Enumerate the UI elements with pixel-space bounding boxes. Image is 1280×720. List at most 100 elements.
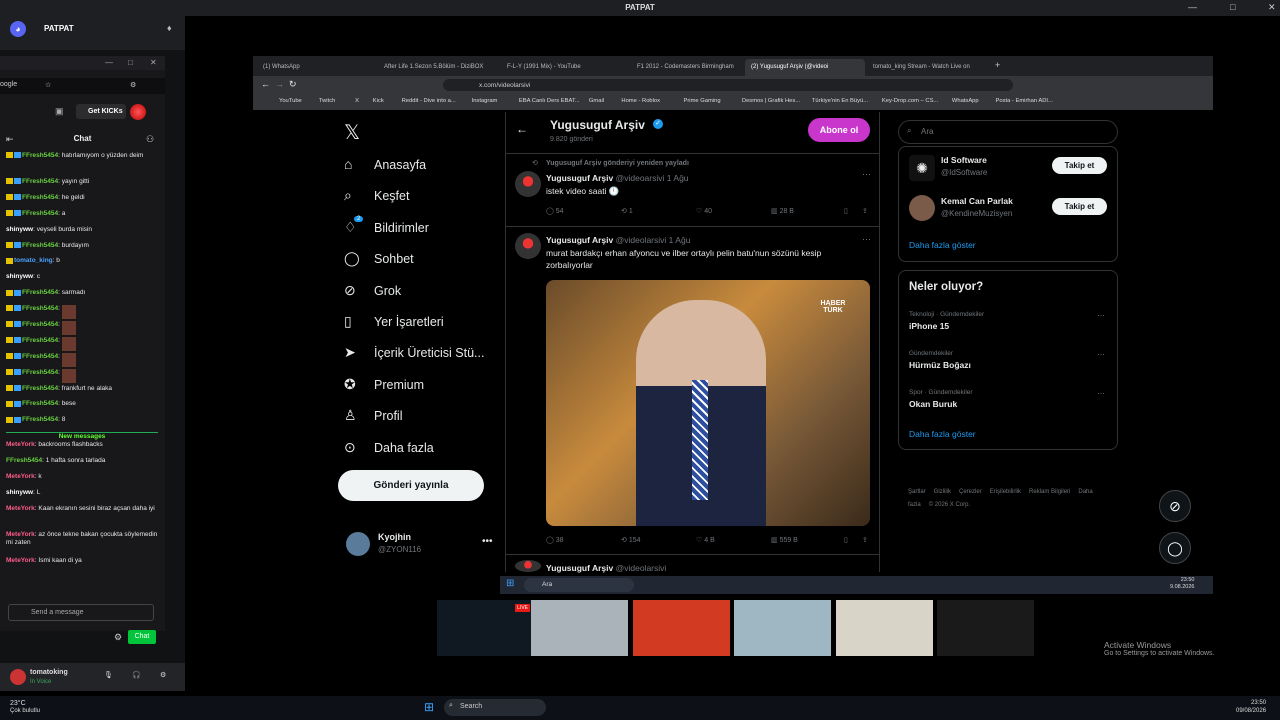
- follow-button[interactable]: Takip et: [1052, 157, 1107, 174]
- nav-item-profile[interactable]: ♙ Profil: [344, 407, 494, 429]
- reply-button[interactable]: ◯ 38: [546, 536, 564, 544]
- x-logo-icon[interactable]: 𝕏: [344, 120, 360, 145]
- repost-button[interactable]: ⟲ 1: [621, 207, 633, 215]
- chat-username[interactable]: MeteYork: [6, 473, 35, 480]
- footer-link[interactable]: Gizlilik: [934, 489, 951, 495]
- nav-item-creator[interactable]: ➤ İçerik Üreticisi Stü...: [344, 344, 494, 366]
- close-icon[interactable]: ✕: [150, 58, 157, 67]
- taskbar-search[interactable]: ⌕ Search: [444, 699, 546, 716]
- bookmark-item[interactable]: Instagram: [472, 98, 498, 104]
- chat-username[interactable]: FFresh5454: [22, 385, 58, 392]
- headphones-icon[interactable]: 🎧: [132, 671, 141, 679]
- bookmark-item[interactable]: Gmail: [589, 98, 604, 104]
- chat-username[interactable]: FFresh5454: [22, 353, 58, 360]
- repost-button[interactable]: ⟲ 154: [621, 536, 641, 544]
- follow-button[interactable]: Takip et: [1052, 198, 1107, 215]
- server-name[interactable]: PATPAT: [44, 24, 74, 33]
- nav-item-more[interactable]: ⊙ Daha fazla: [344, 439, 494, 461]
- settings-icon[interactable]: ⚙: [114, 632, 122, 643]
- chat-username[interactable]: FFresh5454: [22, 305, 58, 312]
- tweet[interactable]: ⟲ Yugusuguf Arşiv gönderiyi yeniden yayl…: [506, 155, 879, 227]
- bookmark-item[interactable]: Desmos | Grafik Hes...: [742, 98, 800, 104]
- stream-thumbnail[interactable]: LIVE: [437, 600, 534, 656]
- participant-tile[interactable]: [937, 600, 1034, 656]
- participant-tile[interactable]: [531, 600, 628, 656]
- views-button[interactable]: ▥ 559 B: [771, 536, 798, 544]
- send-chat-button[interactable]: Chat: [128, 630, 156, 644]
- restore-icon[interactable]: □: [1230, 2, 1235, 12]
- participant-tile[interactable]: [836, 600, 933, 656]
- tweet-video[interactable]: HABER TÜRK: [546, 280, 870, 526]
- bookmark-icon[interactable]: ▯: [844, 536, 848, 544]
- start-icon[interactable]: ⊞: [506, 578, 514, 589]
- nav-item-chat[interactable]: ◯ Sohbet: [344, 250, 494, 272]
- back-icon[interactable]: ←: [261, 79, 270, 89]
- chat-username[interactable]: tomato_king: [14, 257, 53, 264]
- url-bar[interactable]: x.com/videolarsivi: [443, 79, 1013, 91]
- chat-username[interactable]: MeteYork: [6, 441, 35, 448]
- chat-username[interactable]: FFresh5454: [22, 210, 58, 217]
- star-icon[interactable]: ☆: [45, 81, 51, 89]
- chat-username[interactable]: MeteYork: [6, 531, 35, 538]
- chat-username[interactable]: FFresh5454: [22, 178, 58, 185]
- avatar[interactable]: [10, 669, 26, 685]
- chat-input[interactable]: Send a message: [8, 604, 154, 621]
- minimize-icon[interactable]: —: [105, 58, 113, 67]
- tweet-avatar[interactable]: [515, 233, 541, 259]
- more-icon[interactable]: •••: [482, 536, 493, 547]
- footer-link[interactable]: Erişilebilirlik: [990, 489, 1021, 495]
- mic-icon[interactable]: 🎙: [104, 671, 113, 679]
- bookmark-item[interactable]: X: [355, 98, 359, 104]
- browser-tab[interactable]: After Life 1.Sezon 5.Bölüm - DiziBOX: [378, 59, 498, 76]
- search-engine-label[interactable]: oogle: [0, 81, 17, 88]
- avatar[interactable]: ✺: [909, 155, 935, 181]
- account-switcher[interactable]: Kyojhin @ZYON116 •••: [338, 528, 498, 560]
- new-tab-icon[interactable]: +: [995, 60, 1000, 70]
- more-icon[interactable]: ⋯: [1097, 350, 1105, 359]
- views-button[interactable]: ▥ 28 B: [771, 207, 794, 215]
- minimize-icon[interactable]: —: [1188, 2, 1197, 12]
- restore-icon[interactable]: □: [128, 58, 133, 67]
- reply-button[interactable]: ◯ 54: [546, 207, 564, 215]
- chat-username[interactable]: FFresh5454: [22, 194, 58, 201]
- more-icon[interactable]: ⋯: [862, 234, 871, 245]
- bookmark-item[interactable]: Posta - Emirhan ADI...: [996, 98, 1053, 104]
- share-icon[interactable]: ⇪: [862, 207, 868, 215]
- taskbar-search[interactable]: Ara: [524, 578, 634, 592]
- footer-link[interactable]: Çerezler: [959, 489, 982, 495]
- reload-icon[interactable]: ↻: [289, 79, 297, 90]
- trend-item[interactable]: Gündemdekiler Hürmüz Boğazı: [909, 350, 971, 370]
- chat-username[interactable]: FFresh5454: [22, 416, 58, 423]
- chat-username[interactable]: FFresh5454: [22, 152, 58, 159]
- chat-username[interactable]: FFresh5454: [22, 337, 58, 344]
- bookmark-item[interactable]: Reddit - Dive into a...: [402, 98, 456, 104]
- more-icon[interactable]: ⋯: [862, 169, 871, 180]
- users-icon[interactable]: ⚇: [146, 134, 154, 145]
- bookmark-item[interactable]: Key-Drop.com – CS...: [882, 98, 938, 104]
- start-icon[interactable]: ⊞: [424, 700, 434, 714]
- chat-username[interactable]: FFresh5454: [22, 242, 58, 249]
- browser-tab[interactable]: tomato_king Stream - Watch Live on: [867, 59, 989, 76]
- show-more-link[interactable]: Daha fazla göster: [909, 429, 976, 439]
- weather-widget[interactable]: 23°C Çok bulutlu: [10, 700, 40, 714]
- tweet-avatar[interactable]: [515, 171, 541, 197]
- settings-icon[interactable]: ⚙: [160, 671, 166, 679]
- show-more-link[interactable]: Daha fazla göster: [909, 240, 976, 250]
- back-arrow-icon[interactable]: ←: [516, 122, 528, 136]
- bookmark-item[interactable]: Twitch: [319, 98, 335, 104]
- bookmark-item[interactable]: EBA Canlı Ders EBAT...: [519, 98, 580, 104]
- close-icon[interactable]: ✕: [1268, 2, 1276, 13]
- browser-tab[interactable]: (1) WhatsApp: [257, 59, 375, 76]
- trend-item[interactable]: Spor · Gündemdekiler Okan Buruk: [909, 389, 973, 409]
- nav-item-bell[interactable]: ♢ Bildirimler 2: [344, 215, 494, 241]
- more-icon[interactable]: ⋯: [1097, 389, 1105, 398]
- get-kicks-button[interactable]: Get KICKs: [76, 104, 126, 119]
- more-icon[interactable]: ⋯: [1097, 311, 1105, 320]
- avatar[interactable]: [909, 195, 935, 221]
- subscribe-button[interactable]: Abone ol: [808, 118, 870, 142]
- nav-item-home[interactable]: ⌂ Anasayfa: [344, 156, 494, 178]
- discord-logo-icon[interactable]: ◕: [10, 21, 26, 37]
- bookmark-icon[interactable]: ▯: [844, 207, 848, 215]
- messages-icon[interactable]: ◯: [1159, 532, 1191, 564]
- chat-username[interactable]: FFresh5454: [22, 400, 58, 407]
